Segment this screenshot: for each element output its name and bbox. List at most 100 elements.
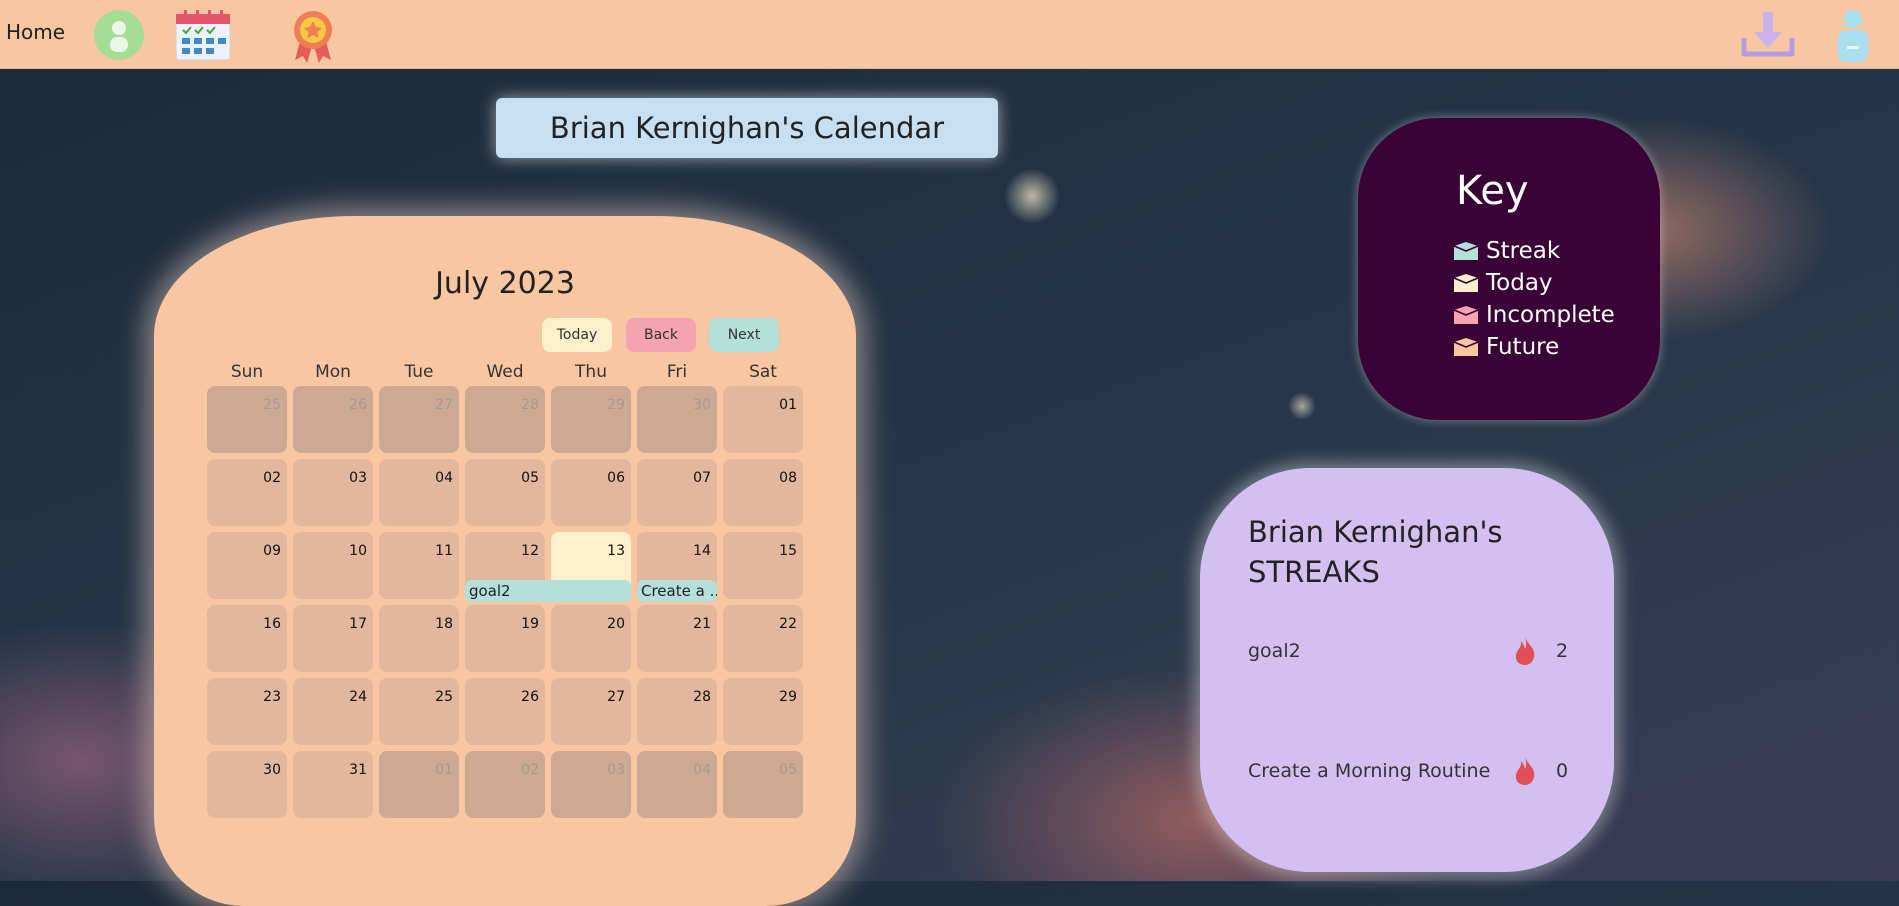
key-label: Streak <box>1486 238 1561 264</box>
streaks-title: Brian Kernighan's STREAKS <box>1248 515 1503 589</box>
day-number: 19 <box>521 616 539 632</box>
top-nav-bar: Home <box>0 0 1899 69</box>
day-cell[interactable]: 15 <box>723 532 803 599</box>
streak-name: goal2 <box>1248 640 1301 662</box>
day-number: 02 <box>263 470 281 486</box>
day-cell[interactable]: 03 <box>551 751 631 818</box>
day-number: 01 <box>779 397 797 413</box>
day-cell[interactable]: 05 <box>723 751 803 818</box>
key-item-streak: Streak <box>1452 238 1560 264</box>
today-button[interactable]: Today <box>542 318 612 352</box>
key-label: Incomplete <box>1486 302 1615 328</box>
day-cell[interactable]: 27 <box>551 678 631 745</box>
month-label: July 2023 <box>435 266 575 301</box>
streak-count: 0 <box>1556 760 1569 782</box>
day-number: 03 <box>607 762 625 778</box>
key-item-future: Future <box>1452 334 1559 360</box>
day-number: 22 <box>779 616 797 632</box>
award-ribbon-icon[interactable] <box>288 8 342 63</box>
key-panel: Key Streak Today Incomplete Future <box>1358 118 1660 420</box>
day-cell[interactable]: 02 <box>207 459 287 526</box>
day-number: 29 <box>607 397 625 413</box>
day-cell[interactable]: 10 <box>293 532 373 599</box>
day-cell[interactable]: 27 <box>379 386 459 453</box>
day-cell[interactable]: 18 <box>379 605 459 672</box>
day-number: 12 <box>521 543 539 559</box>
box-icon <box>1453 242 1479 260</box>
day-cell[interactable]: 06 <box>551 459 631 526</box>
day-cell[interactable]: 07 <box>637 459 717 526</box>
day-number: 16 <box>263 616 281 632</box>
day-cell[interactable]: 28 <box>637 678 717 745</box>
day-number: 25 <box>263 397 281 413</box>
day-cell[interactable]: 01 <box>379 751 459 818</box>
day-number: 30 <box>693 397 711 413</box>
day-cell[interactable]: 29 <box>723 678 803 745</box>
day-cell[interactable]: 05 <box>465 459 545 526</box>
day-cell[interactable]: 30 <box>637 386 717 453</box>
day-number: 05 <box>521 470 539 486</box>
day-cell[interactable]: 03 <box>293 459 373 526</box>
day-cell[interactable]: 17 <box>293 605 373 672</box>
day-number: 03 <box>349 470 367 486</box>
download-icon[interactable] <box>1740 8 1795 62</box>
box-icon <box>1453 274 1479 292</box>
day-cell[interactable]: 23 <box>207 678 287 745</box>
day-number: 14 <box>693 543 711 559</box>
day-cell[interactable]: 19 <box>465 605 545 672</box>
day-cell[interactable]: 21 <box>637 605 717 672</box>
day-cell[interactable]: 31 <box>293 751 373 818</box>
day-cell[interactable]: 30 <box>207 751 287 818</box>
day-number: 05 <box>779 762 797 778</box>
streak-row: Create a Morning Routine 0 <box>1248 757 1569 785</box>
streak-count: 2 <box>1556 640 1569 662</box>
day-number: 30 <box>263 762 281 778</box>
day-cell[interactable]: 04 <box>379 459 459 526</box>
day-cell[interactable]: 25 <box>379 678 459 745</box>
day-cell[interactable]: 22 <box>723 605 803 672</box>
calendar-panel: July 2023 Today Back Next Sun Mon Tue We… <box>154 216 856 906</box>
day-number: 27 <box>435 397 453 413</box>
calendar-icon[interactable] <box>174 8 231 62</box>
back-button[interactable]: Back <box>626 318 696 352</box>
day-number: 23 <box>263 689 281 705</box>
key-title: Key <box>1456 168 1529 214</box>
day-cell[interactable]: 26 <box>465 678 545 745</box>
weekday-header: Sat <box>749 362 777 382</box>
day-number: 04 <box>435 470 453 486</box>
day-cell[interactable]: 01 <box>723 386 803 453</box>
key-item-incomplete: Incomplete <box>1452 302 1615 328</box>
day-cell[interactable]: 16 <box>207 605 287 672</box>
day-number: 08 <box>779 470 797 486</box>
user-icon[interactable] <box>1836 8 1890 62</box>
weekday-header: Tue <box>404 362 434 382</box>
day-cell[interactable]: 29 <box>551 386 631 453</box>
day-number: 24 <box>349 689 367 705</box>
profile-icon[interactable] <box>92 8 146 62</box>
day-cell[interactable]: 09 <box>207 532 287 599</box>
day-cell[interactable]: 08 <box>723 459 803 526</box>
day-number: 02 <box>521 762 539 778</box>
calendar-event[interactable]: Create a ... <box>637 580 717 602</box>
next-button[interactable]: Next <box>709 318 779 352</box>
day-cell[interactable]: 28 <box>465 386 545 453</box>
streak-row: goal2 2 <box>1248 637 1569 665</box>
day-number: 11 <box>435 543 453 559</box>
day-number: 28 <box>693 689 711 705</box>
calendar-event[interactable]: goal2 <box>465 580 631 602</box>
day-cell[interactable]: 20 <box>551 605 631 672</box>
day-cell[interactable]: 26 <box>293 386 373 453</box>
day-number: 04 <box>693 762 711 778</box>
day-number: 28 <box>521 397 539 413</box>
day-cell[interactable]: 11 <box>379 532 459 599</box>
day-number: 20 <box>607 616 625 632</box>
day-cell[interactable]: 04 <box>637 751 717 818</box>
day-cell[interactable]: 02 <box>465 751 545 818</box>
flame-icon <box>1512 756 1538 791</box>
box-icon <box>1453 306 1479 324</box>
day-cell[interactable]: 24 <box>293 678 373 745</box>
day-cell[interactable]: 25 <box>207 386 287 453</box>
day-number: 15 <box>779 543 797 559</box>
streak-name: Create a Morning Routine <box>1248 760 1491 782</box>
home-link[interactable]: Home <box>6 20 65 44</box>
